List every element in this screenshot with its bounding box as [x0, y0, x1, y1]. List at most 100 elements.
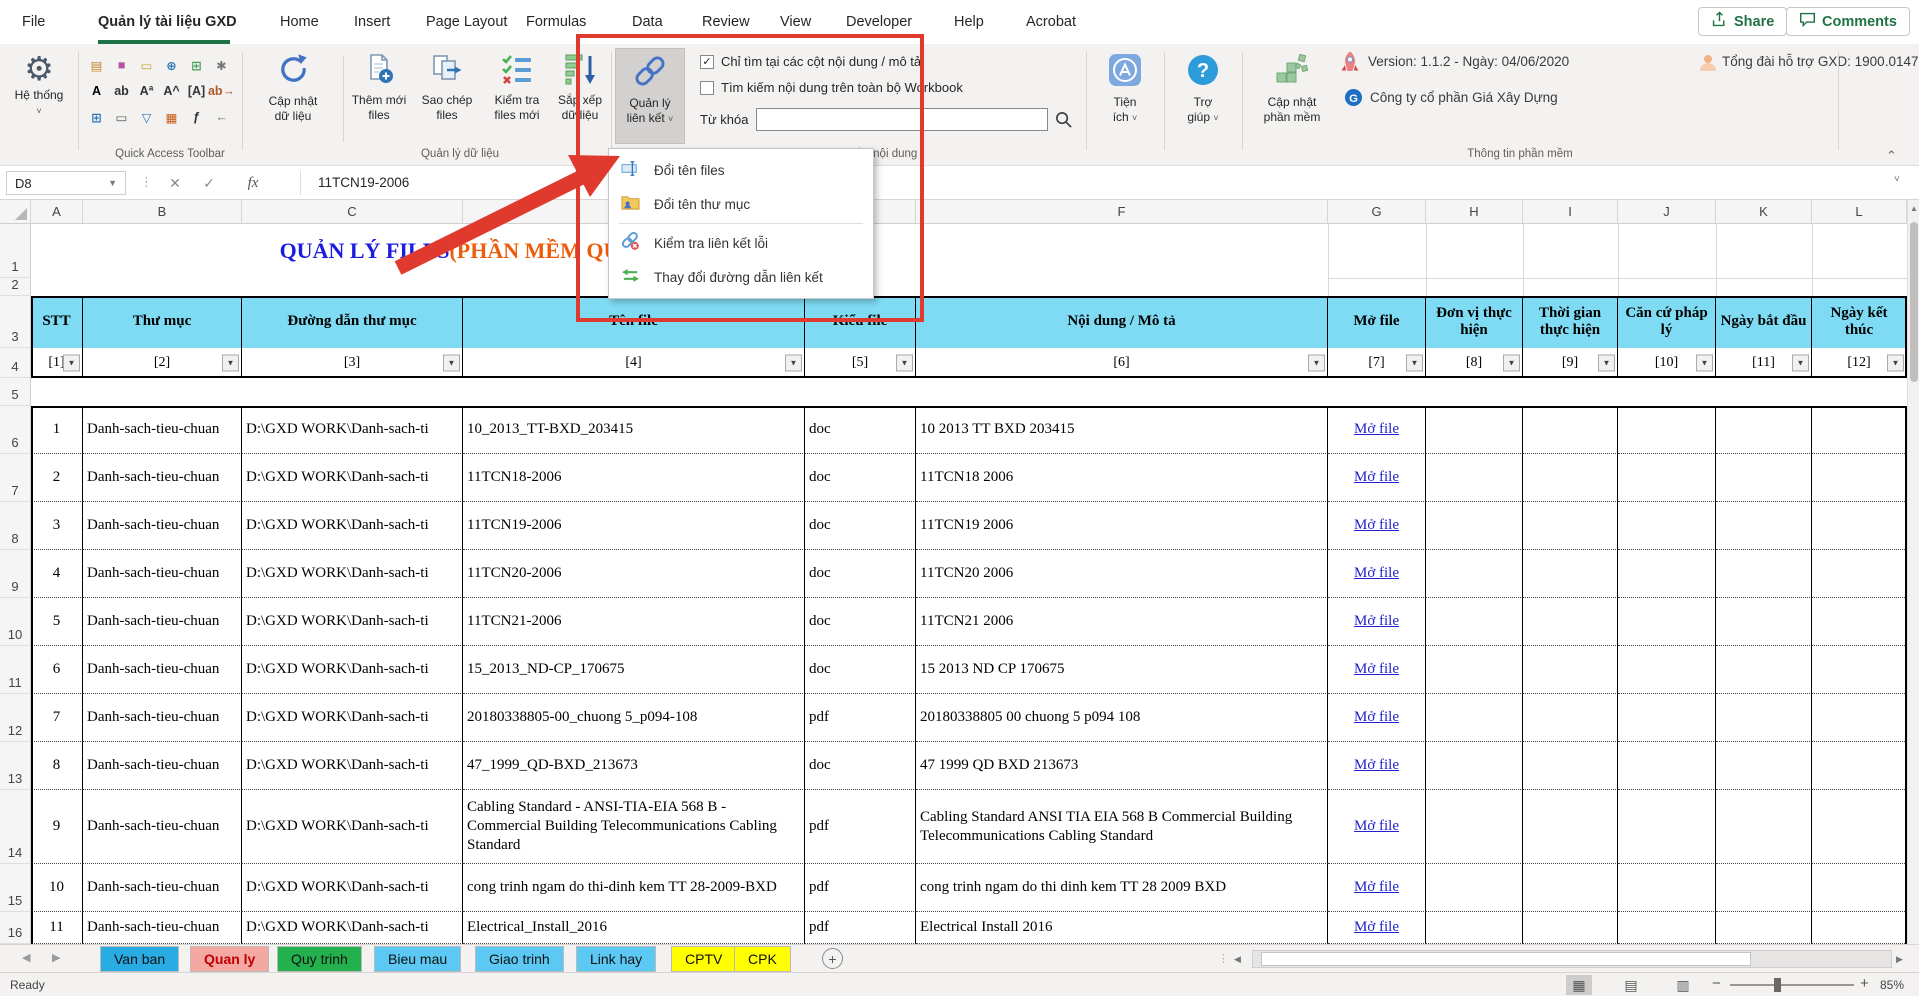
- cell-r6-cH[interactable]: [1426, 406, 1523, 454]
- vertical-scrollbar[interactable]: ▲: [1907, 200, 1919, 944]
- cell-r6-cB[interactable]: Danh-sach-tieu-chuan: [83, 406, 242, 454]
- cell-r9-cD[interactable]: 11TCN20-2006: [463, 550, 805, 598]
- row-header-12[interactable]: 12: [0, 694, 31, 742]
- vertical-scroll-thumb[interactable]: [1910, 222, 1918, 382]
- checkbox-tim-toan-bo-workbook[interactable]: Tìm kiếm nội dung trên toàn bộ Workbook: [700, 80, 963, 95]
- cell-r13-cE[interactable]: doc: [805, 742, 916, 790]
- cell-r8-cG[interactable]: Mở file: [1328, 502, 1426, 550]
- cell-r7-cL[interactable]: [1812, 454, 1907, 502]
- cell-r11-cG[interactable]: Mở file: [1328, 646, 1426, 694]
- sap-xep-du-lieu-button[interactable]: Sắp xếp dữ liệu: [552, 48, 608, 123]
- row-header-14[interactable]: 14: [0, 790, 31, 864]
- cell-r12-cF[interactable]: 20180338805 00 chuong 5 p094 108: [916, 694, 1328, 742]
- row-header-2[interactable]: 2: [0, 278, 31, 296]
- page-break-view-icon[interactable]: ▥: [1670, 975, 1696, 995]
- cell-r6-cL[interactable]: [1812, 406, 1907, 454]
- column-header-B[interactable]: B: [83, 200, 242, 223]
- cell-r8-cC[interactable]: D:\GXD WORK\Danh-sach-ti: [242, 502, 463, 550]
- filter-dropdown-icon[interactable]: ▼: [1887, 355, 1904, 372]
- cell-r14-cG[interactable]: Mở file: [1328, 790, 1426, 864]
- cell-r7-cF[interactable]: 11TCN18 2006: [916, 454, 1328, 502]
- menu-item-3[interactable]: Kiểm tra liên kết lỗi: [609, 226, 873, 260]
- mo-file-link[interactable]: Mở file: [1354, 660, 1399, 679]
- cell-r15-cB[interactable]: Danh-sach-tieu-chuan: [83, 864, 242, 912]
- filter-cell-3[interactable]: [3]▼: [242, 348, 463, 378]
- cell-r8-cA[interactable]: 3: [31, 502, 83, 550]
- autofit-icon[interactable]: [A]: [184, 78, 209, 104]
- sheet-tab-cptv[interactable]: CPTV: [671, 946, 736, 972]
- cell-r7-cJ[interactable]: [1618, 454, 1716, 502]
- filter-dropdown-icon[interactable]: ▼: [1308, 355, 1325, 372]
- cell-r15-cC[interactable]: D:\GXD WORK\Danh-sach-ti: [242, 864, 463, 912]
- cell-r10-cI[interactable]: [1523, 598, 1618, 646]
- cell-r6-cK[interactable]: [1716, 406, 1812, 454]
- cell-r13-cF[interactable]: 47 1999 QD BXD 213673: [916, 742, 1328, 790]
- filter-cell-12[interactable]: [12]▼: [1812, 348, 1907, 378]
- cell-r6-cG[interactable]: Mở file: [1328, 406, 1426, 454]
- cell-r9-cE[interactable]: doc: [805, 550, 916, 598]
- sheet-nav-left-icon[interactable]: ◀: [22, 951, 30, 964]
- tab-scroll-splitter[interactable]: ⋮: [1218, 952, 1229, 965]
- cell-r6-cE[interactable]: doc: [805, 406, 916, 454]
- cell-r16-cL[interactable]: [1812, 912, 1907, 944]
- cell-r10-cL[interactable]: [1812, 598, 1907, 646]
- cell-r7-cK[interactable]: [1716, 454, 1812, 502]
- cell-r13-cB[interactable]: Danh-sach-tieu-chuan: [83, 742, 242, 790]
- window-icon[interactable]: ▭: [109, 104, 134, 130]
- cell-r8-cI[interactable]: [1523, 502, 1618, 550]
- filter-cell-11[interactable]: [11]▼: [1716, 348, 1812, 378]
- cell-r16-cF[interactable]: Electrical Install 2016: [916, 912, 1328, 944]
- cell-r10-cG[interactable]: Mở file: [1328, 598, 1426, 646]
- cell-r16-cH[interactable]: [1426, 912, 1523, 944]
- table-header-4[interactable]: Tên file: [463, 296, 805, 348]
- row-header-13[interactable]: 13: [0, 742, 31, 790]
- cell-r16-cD[interactable]: Electrical_Install_2016: [463, 912, 805, 944]
- cell-r6-cI[interactable]: [1523, 406, 1618, 454]
- cell-r14-cD[interactable]: Cabling Standard - ANSI-TIA-EIA 568 B - …: [463, 790, 805, 864]
- menu-item-2[interactable]: Đổi tên thư mục: [609, 187, 873, 221]
- sheet-tab-link-hay[interactable]: Link hay: [576, 946, 656, 972]
- cell-r12-cL[interactable]: [1812, 694, 1907, 742]
- cell-r12-cC[interactable]: D:\GXD WORK\Danh-sach-ti: [242, 694, 463, 742]
- mo-file-link[interactable]: Mở file: [1354, 516, 1399, 535]
- cell-r14-cJ[interactable]: [1618, 790, 1716, 864]
- cell-r8-cE[interactable]: doc: [805, 502, 916, 550]
- textbox-icon[interactable]: ab: [109, 78, 134, 104]
- filter-dropdown-icon[interactable]: ▼: [1503, 355, 1520, 372]
- cell-r13-cJ[interactable]: [1618, 742, 1716, 790]
- horizontal-scroll-thumb[interactable]: [1261, 952, 1751, 966]
- mo-file-link[interactable]: Mở file: [1354, 468, 1399, 487]
- row-header-3[interactable]: 3: [0, 296, 31, 348]
- scroll-up-icon[interactable]: ▲: [1910, 204, 1918, 213]
- cell-r12-cK[interactable]: [1716, 694, 1812, 742]
- filter-dropdown-icon[interactable]: ▼: [443, 355, 460, 372]
- cell-r16-cC[interactable]: D:\GXD WORK\Danh-sach-ti: [242, 912, 463, 944]
- cell-r10-cJ[interactable]: [1618, 598, 1716, 646]
- cell-r15-cL[interactable]: [1812, 864, 1907, 912]
- cell-r7-cA[interactable]: 2: [31, 454, 83, 502]
- cell-r12-cI[interactable]: [1523, 694, 1618, 742]
- hscroll-right-icon[interactable]: ▶: [1896, 954, 1903, 965]
- horizontal-scrollbar[interactable]: [1252, 950, 1892, 968]
- name-box-dropdown-icon[interactable]: ▼: [108, 178, 117, 188]
- sheet-tab-giao-trinh[interactable]: Giao trinh: [475, 946, 564, 972]
- cell-r12-cG[interactable]: Mở file: [1328, 694, 1426, 742]
- cell-r12-cA[interactable]: 7: [31, 694, 83, 742]
- search-icon[interactable]: [1054, 110, 1073, 134]
- cell-r10-cH[interactable]: [1426, 598, 1523, 646]
- menu-item-4[interactable]: Thay đổi đường dẫn liên kết: [609, 260, 873, 294]
- cell-r11-cH[interactable]: [1426, 646, 1523, 694]
- cell-r15-cF[interactable]: cong trinh ngam do thi dinh kem TT 28 20…: [916, 864, 1328, 912]
- filter-cell-5[interactable]: [5]▼: [805, 348, 916, 378]
- column-header-K[interactable]: K: [1716, 200, 1812, 223]
- cell-r16-cI[interactable]: [1523, 912, 1618, 944]
- cell-r9-cB[interactable]: Danh-sach-tieu-chuan: [83, 550, 242, 598]
- cell-r8-cH[interactable]: [1426, 502, 1523, 550]
- mo-file-link[interactable]: Mở file: [1354, 817, 1399, 836]
- mo-file-link[interactable]: Mở file: [1354, 564, 1399, 583]
- table-header-11[interactable]: Ngày bắt đầu: [1716, 296, 1812, 348]
- cell-r16-cK[interactable]: [1716, 912, 1812, 944]
- cell-r13-cK[interactable]: [1716, 742, 1812, 790]
- cell-r13-cA[interactable]: 8: [31, 742, 83, 790]
- cell-r15-cJ[interactable]: [1618, 864, 1716, 912]
